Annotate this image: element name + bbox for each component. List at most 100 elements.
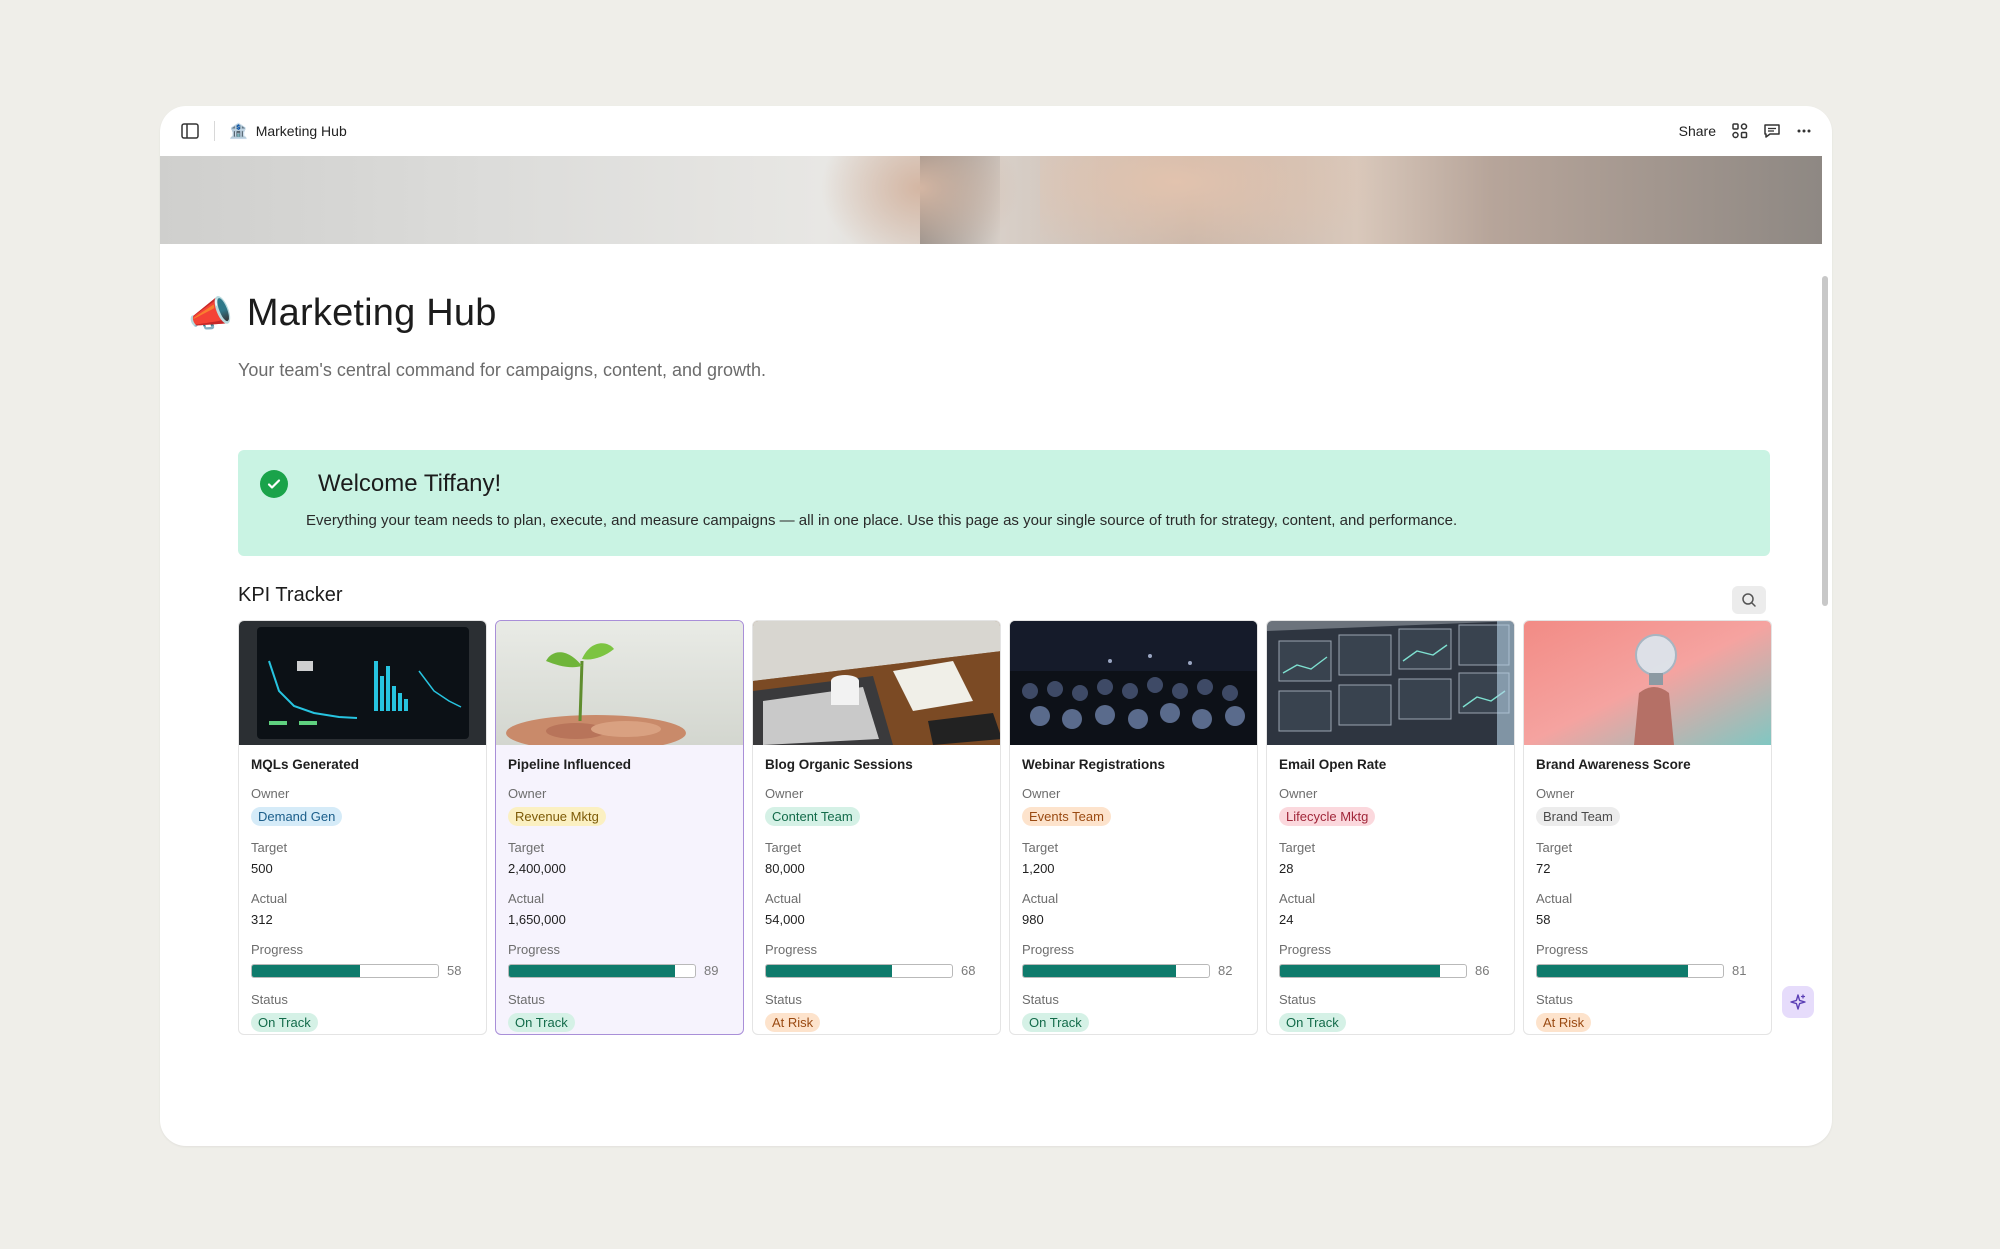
progress-bar [765,963,953,978]
kpi-card[interactable]: Blog Organic Sessions Owner Content Team… [752,620,1001,1035]
progress-bar [1022,963,1210,978]
owner-label: Owner [1536,786,1575,801]
progress-value: 86 [1475,963,1490,978]
actual-value: 1,650,000 [508,912,566,927]
status-label: Status [508,992,545,1007]
comment-icon[interactable] [1758,117,1786,145]
progress-label: Progress [1279,942,1332,957]
actual-value: 24 [1279,912,1294,927]
progress-label: Progress [1022,942,1075,957]
card-cover-image [496,621,743,745]
actual-label: Actual [1536,891,1573,906]
progress-value: 81 [1732,963,1747,978]
progress-bar-fill [1023,964,1176,977]
owner-tag: Events Team [1022,807,1111,826]
target-label: Target [765,840,802,855]
search-icon[interactable] [1732,586,1766,614]
check-icon [260,470,288,498]
actual-value: 54,000 [765,912,805,927]
target-label: Target [1279,840,1316,855]
card-cover-image [239,621,486,745]
status-badge: At Risk [765,1013,821,1032]
owner-label: Owner [508,786,547,801]
kpi-card[interactable]: Email Open Rate Owner Lifecycle Mktg Tar… [1266,620,1515,1035]
progress-bar-fill [252,964,360,977]
kpi-card[interactable]: Webinar Registrations Owner Events Team … [1009,620,1258,1035]
megaphone-icon[interactable]: 📣 [188,293,233,335]
owner-tag: Brand Team [1536,807,1620,826]
topbar: 🏦 Marketing Hub Share [160,106,1832,156]
card-cover-image [753,621,1000,745]
progress-value: 82 [1218,963,1233,978]
kpi-gallery: MQLs Generated Owner Demand Gen Target 5… [238,620,1772,1035]
kpi-card[interactable]: MQLs Generated Owner Demand Gen Target 5… [238,620,487,1035]
scrollbar[interactable] [1822,276,1828,606]
more-icon[interactable] [1790,117,1818,145]
target-value: 2,400,000 [508,861,566,876]
progress-bar [508,963,696,978]
owner-tag: Lifecycle Mktg [1279,807,1376,826]
card-title: Webinar Registrations [1022,757,1166,772]
sidebar-toggle-icon[interactable] [176,117,204,145]
actual-label: Actual [1022,891,1059,906]
actual-label: Actual [1279,891,1316,906]
status-badge: At Risk [1536,1013,1592,1032]
sparkle-icon[interactable] [1782,986,1814,1018]
owner-tag: Demand Gen [251,807,343,826]
breadcrumb[interactable]: 🏦 Marketing Hub [229,122,347,140]
owner-label: Owner [1279,786,1318,801]
target-label: Target [1022,840,1059,855]
target-label: Target [508,840,545,855]
actual-label: Actual [765,891,802,906]
progress-label: Progress [251,942,304,957]
status-label: Status [1022,992,1059,1007]
actual-value: 980 [1022,912,1044,927]
status-label: Status [765,992,802,1007]
topbar-divider [214,121,215,141]
target-label: Target [251,840,288,855]
status-badge: On Track [1279,1013,1346,1032]
actual-label: Actual [508,891,545,906]
notion-window: 🏦 Marketing Hub Share 📣 Marketing Hub Yo… [160,106,1832,1146]
progress-bar-fill [509,964,675,977]
progress-bar-fill [1280,964,1440,977]
progress-value: 68 [961,963,976,978]
target-value: 500 [251,861,273,876]
card-title: Pipeline Influenced [508,757,632,772]
layout-icon[interactable] [1726,117,1754,145]
card-title: Blog Organic Sessions [765,757,913,772]
owner-tag: Content Team [765,807,860,826]
target-value: 72 [1536,861,1551,876]
target-value: 1,200 [1022,861,1055,876]
status-label: Status [1536,992,1573,1007]
target-value: 28 [1279,861,1294,876]
actual-value: 312 [251,912,273,927]
progress-value: 58 [447,963,462,978]
status-badge: On Track [251,1013,318,1032]
progress-bar-fill [766,964,893,977]
page-header: 📣 Marketing Hub [188,292,497,335]
card-cover-image [1524,621,1771,745]
target-value: 80,000 [765,861,805,876]
welcome-callout: Welcome Tiffany! Everything your team ne… [238,450,1770,556]
kpi-section-title[interactable]: KPI Tracker [238,584,342,607]
card-title: Brand Awareness Score [1536,757,1691,772]
actual-label: Actual [251,891,288,906]
card-title: Email Open Rate [1279,757,1387,772]
card-title: MQLs Generated [251,757,360,772]
actual-value: 58 [1536,912,1551,927]
status-label: Status [251,992,288,1007]
progress-label: Progress [765,942,818,957]
callout-title[interactable]: Welcome Tiffany! [318,470,501,498]
owner-label: Owner [1022,786,1061,801]
page-subtitle[interactable]: Your team's central command for campaign… [238,360,766,381]
page-title[interactable]: Marketing Hub [247,292,497,335]
kpi-card[interactable]: Brand Awareness Score Owner Brand Team T… [1523,620,1772,1035]
share-button[interactable]: Share [1679,123,1716,139]
callout-body[interactable]: Everything your team needs to plan, exec… [306,512,1457,529]
progress-bar [1279,963,1467,978]
owner-label: Owner [251,786,290,801]
owner-label: Owner [765,786,804,801]
owner-tag: Revenue Mktg [508,807,606,826]
kpi-card[interactable]: Pipeline Influenced Owner Revenue Mktg T… [495,620,744,1035]
